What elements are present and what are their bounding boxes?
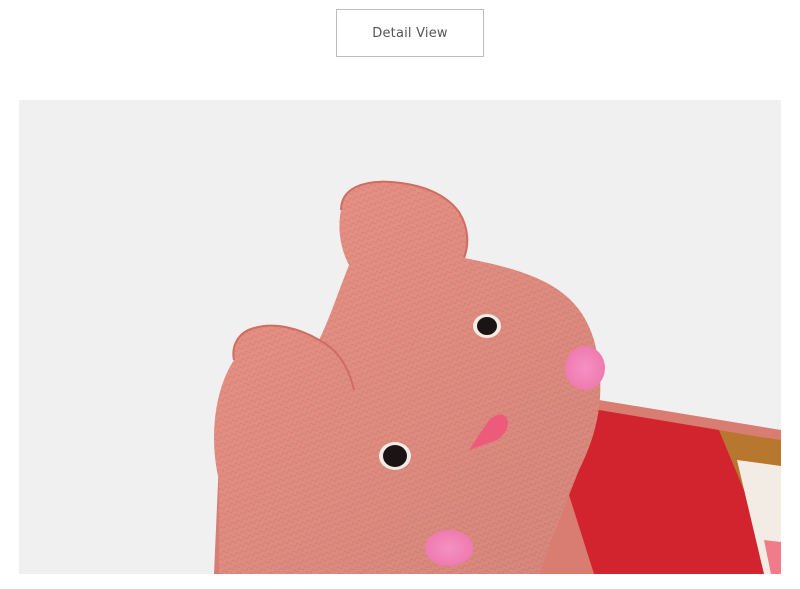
left-eye [473,314,501,338]
page: Detail View [0,0,800,589]
detail-view-button[interactable]: Detail View [336,9,484,57]
cheek-upper [565,346,605,390]
sock-illustration [19,100,781,574]
product-photo [19,100,781,574]
cheek-lower [425,530,473,566]
right-eye [379,442,411,470]
